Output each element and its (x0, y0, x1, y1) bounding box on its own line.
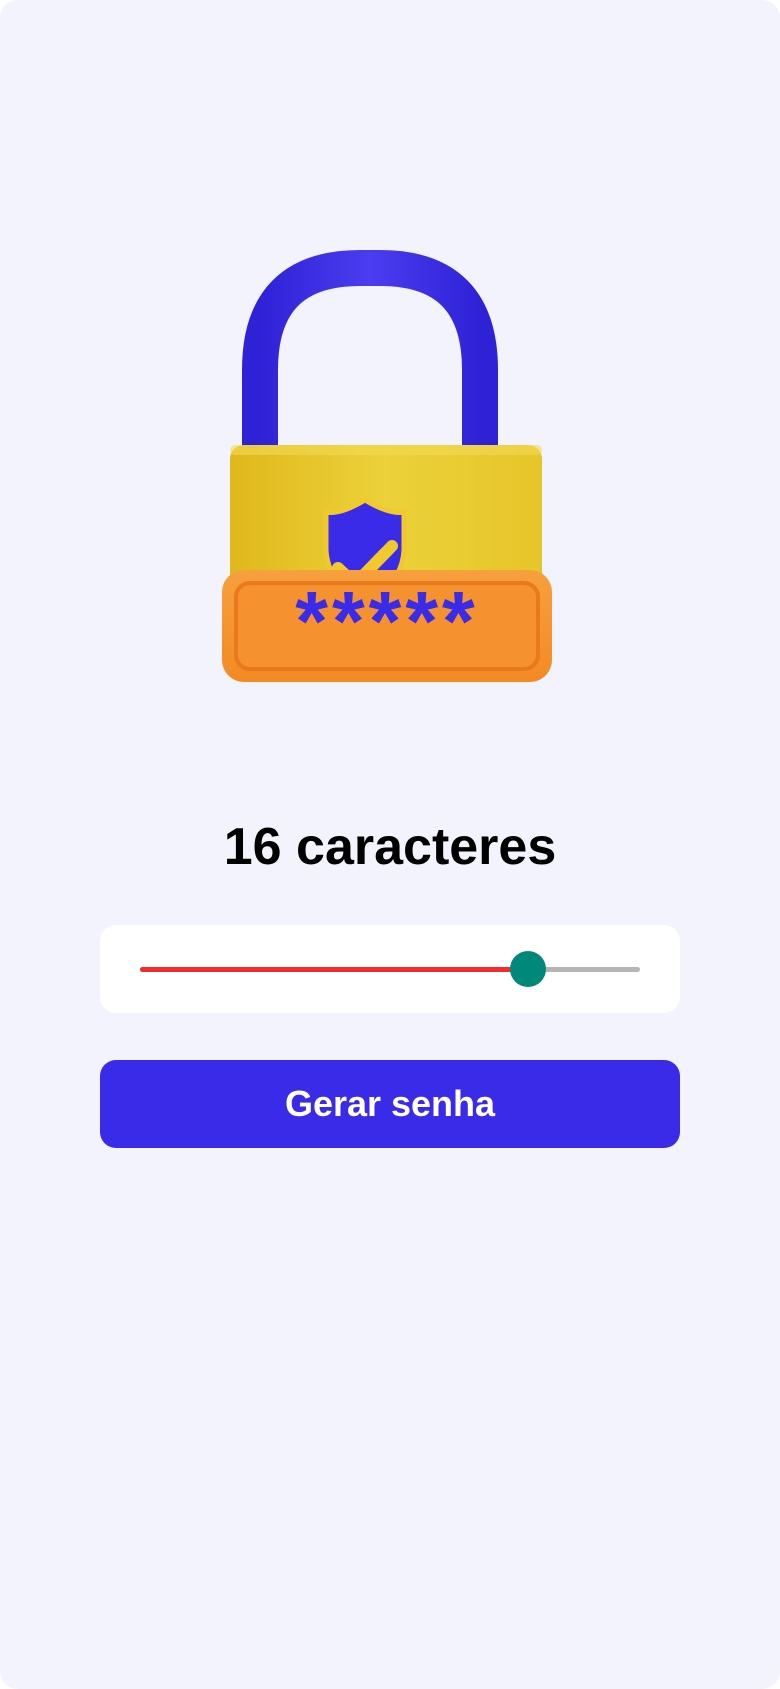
password-length-label: 16 caracteres (223, 818, 557, 876)
generate-password-button[interactable]: Gerar senha (100, 1060, 680, 1148)
app-screen: ***** 16 caracteres Gerar senha (0, 0, 780, 1689)
password-mask-text: ***** (295, 574, 478, 668)
length-slider-fill (140, 967, 528, 972)
length-slider-card (100, 925, 680, 1013)
padlock-password-icon: ***** (210, 250, 570, 700)
length-slider-track[interactable] (140, 951, 640, 987)
length-slider-thumb[interactable] (509, 951, 546, 987)
